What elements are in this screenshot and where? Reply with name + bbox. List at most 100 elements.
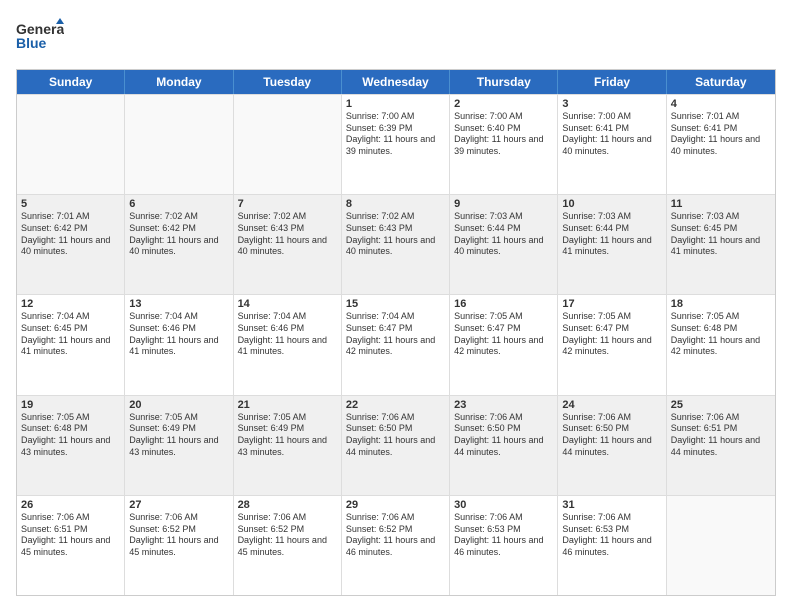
day-number: 15 bbox=[346, 298, 445, 310]
calendar-cell: 4 Sunrise: 7:01 AM Sunset: 6:41 PM Dayli… bbox=[667, 95, 775, 194]
logo: General Blue bbox=[16, 16, 64, 59]
cell-info: Sunrise: 7:00 AM Sunset: 6:39 PM Dayligh… bbox=[346, 111, 445, 158]
calendar-cell: 14 Sunrise: 7:04 AM Sunset: 6:46 PM Dayl… bbox=[234, 295, 342, 394]
cell-info: Sunrise: 7:04 AM Sunset: 6:47 PM Dayligh… bbox=[346, 311, 445, 358]
calendar-cell: 19 Sunrise: 7:05 AM Sunset: 6:48 PM Dayl… bbox=[17, 396, 125, 495]
cell-info: Sunrise: 7:05 AM Sunset: 6:47 PM Dayligh… bbox=[562, 311, 661, 358]
calendar-cell: 3 Sunrise: 7:00 AM Sunset: 6:41 PM Dayli… bbox=[558, 95, 666, 194]
day-number: 4 bbox=[671, 98, 771, 110]
calendar-body: 1 Sunrise: 7:00 AM Sunset: 6:39 PM Dayli… bbox=[17, 94, 775, 595]
page: General Blue SundayMondayTuesdayWednesda… bbox=[0, 0, 792, 612]
cell-info: Sunrise: 7:04 AM Sunset: 6:45 PM Dayligh… bbox=[21, 311, 120, 358]
day-number: 1 bbox=[346, 98, 445, 110]
day-header: Wednesday bbox=[342, 70, 450, 94]
day-number: 25 bbox=[671, 399, 771, 411]
day-header: Sunday bbox=[17, 70, 125, 94]
day-number: 17 bbox=[562, 298, 661, 310]
calendar-cell: 9 Sunrise: 7:03 AM Sunset: 6:44 PM Dayli… bbox=[450, 195, 558, 294]
cell-info: Sunrise: 7:00 AM Sunset: 6:41 PM Dayligh… bbox=[562, 111, 661, 158]
calendar-cell: 31 Sunrise: 7:06 AM Sunset: 6:53 PM Dayl… bbox=[558, 496, 666, 595]
cell-info: Sunrise: 7:06 AM Sunset: 6:50 PM Dayligh… bbox=[346, 412, 445, 459]
calendar-row: 1 Sunrise: 7:00 AM Sunset: 6:39 PM Dayli… bbox=[17, 94, 775, 194]
day-header: Friday bbox=[558, 70, 666, 94]
cell-info: Sunrise: 7:03 AM Sunset: 6:45 PM Dayligh… bbox=[671, 211, 771, 258]
day-number: 29 bbox=[346, 499, 445, 511]
calendar-cell: 12 Sunrise: 7:04 AM Sunset: 6:45 PM Dayl… bbox=[17, 295, 125, 394]
cell-info: Sunrise: 7:06 AM Sunset: 6:53 PM Dayligh… bbox=[562, 512, 661, 559]
cell-info: Sunrise: 7:06 AM Sunset: 6:50 PM Dayligh… bbox=[454, 412, 553, 459]
day-number: 3 bbox=[562, 98, 661, 110]
day-number: 27 bbox=[129, 499, 228, 511]
day-number: 26 bbox=[21, 499, 120, 511]
day-number: 23 bbox=[454, 399, 553, 411]
cell-info: Sunrise: 7:05 AM Sunset: 6:48 PM Dayligh… bbox=[671, 311, 771, 358]
calendar-cell: 5 Sunrise: 7:01 AM Sunset: 6:42 PM Dayli… bbox=[17, 195, 125, 294]
calendar-cell: 15 Sunrise: 7:04 AM Sunset: 6:47 PM Dayl… bbox=[342, 295, 450, 394]
cell-info: Sunrise: 7:02 AM Sunset: 6:43 PM Dayligh… bbox=[346, 211, 445, 258]
calendar-cell: 28 Sunrise: 7:06 AM Sunset: 6:52 PM Dayl… bbox=[234, 496, 342, 595]
day-number: 18 bbox=[671, 298, 771, 310]
calendar-cell: 6 Sunrise: 7:02 AM Sunset: 6:42 PM Dayli… bbox=[125, 195, 233, 294]
calendar-cell: 25 Sunrise: 7:06 AM Sunset: 6:51 PM Dayl… bbox=[667, 396, 775, 495]
calendar-row: 19 Sunrise: 7:05 AM Sunset: 6:48 PM Dayl… bbox=[17, 395, 775, 495]
calendar-cell: 26 Sunrise: 7:06 AM Sunset: 6:51 PM Dayl… bbox=[17, 496, 125, 595]
day-number: 13 bbox=[129, 298, 228, 310]
day-number: 11 bbox=[671, 198, 771, 210]
calendar-cell: 17 Sunrise: 7:05 AM Sunset: 6:47 PM Dayl… bbox=[558, 295, 666, 394]
day-number: 19 bbox=[21, 399, 120, 411]
day-number: 5 bbox=[21, 198, 120, 210]
cell-info: Sunrise: 7:06 AM Sunset: 6:51 PM Dayligh… bbox=[21, 512, 120, 559]
calendar-cell: 13 Sunrise: 7:04 AM Sunset: 6:46 PM Dayl… bbox=[125, 295, 233, 394]
calendar-cell: 16 Sunrise: 7:05 AM Sunset: 6:47 PM Dayl… bbox=[450, 295, 558, 394]
cell-info: Sunrise: 7:06 AM Sunset: 6:53 PM Dayligh… bbox=[454, 512, 553, 559]
calendar-cell: 27 Sunrise: 7:06 AM Sunset: 6:52 PM Dayl… bbox=[125, 496, 233, 595]
cell-info: Sunrise: 7:05 AM Sunset: 6:49 PM Dayligh… bbox=[129, 412, 228, 459]
cell-info: Sunrise: 7:00 AM Sunset: 6:40 PM Dayligh… bbox=[454, 111, 553, 158]
day-number: 12 bbox=[21, 298, 120, 310]
day-number: 31 bbox=[562, 499, 661, 511]
svg-text:Blue: Blue bbox=[16, 35, 47, 51]
logo-icon: General Blue bbox=[16, 16, 64, 54]
cell-info: Sunrise: 7:03 AM Sunset: 6:44 PM Dayligh… bbox=[562, 211, 661, 258]
cell-info: Sunrise: 7:05 AM Sunset: 6:47 PM Dayligh… bbox=[454, 311, 553, 358]
day-number: 7 bbox=[238, 198, 337, 210]
cell-info: Sunrise: 7:01 AM Sunset: 6:42 PM Dayligh… bbox=[21, 211, 120, 258]
day-number: 6 bbox=[129, 198, 228, 210]
calendar-cell bbox=[125, 95, 233, 194]
day-number: 10 bbox=[562, 198, 661, 210]
calendar-cell: 8 Sunrise: 7:02 AM Sunset: 6:43 PM Dayli… bbox=[342, 195, 450, 294]
day-header: Tuesday bbox=[234, 70, 342, 94]
calendar-cell: 21 Sunrise: 7:05 AM Sunset: 6:49 PM Dayl… bbox=[234, 396, 342, 495]
calendar-cell bbox=[234, 95, 342, 194]
calendar-cell bbox=[17, 95, 125, 194]
day-number: 2 bbox=[454, 98, 553, 110]
cell-info: Sunrise: 7:06 AM Sunset: 6:52 PM Dayligh… bbox=[238, 512, 337, 559]
calendar-row: 26 Sunrise: 7:06 AM Sunset: 6:51 PM Dayl… bbox=[17, 495, 775, 595]
day-number: 9 bbox=[454, 198, 553, 210]
cell-info: Sunrise: 7:02 AM Sunset: 6:42 PM Dayligh… bbox=[129, 211, 228, 258]
calendar-cell: 29 Sunrise: 7:06 AM Sunset: 6:52 PM Dayl… bbox=[342, 496, 450, 595]
calendar-row: 12 Sunrise: 7:04 AM Sunset: 6:45 PM Dayl… bbox=[17, 294, 775, 394]
cell-info: Sunrise: 7:04 AM Sunset: 6:46 PM Dayligh… bbox=[238, 311, 337, 358]
calendar-cell: 20 Sunrise: 7:05 AM Sunset: 6:49 PM Dayl… bbox=[125, 396, 233, 495]
day-number: 22 bbox=[346, 399, 445, 411]
calendar-cell: 18 Sunrise: 7:05 AM Sunset: 6:48 PM Dayl… bbox=[667, 295, 775, 394]
calendar-cell: 30 Sunrise: 7:06 AM Sunset: 6:53 PM Dayl… bbox=[450, 496, 558, 595]
calendar-cell: 7 Sunrise: 7:02 AM Sunset: 6:43 PM Dayli… bbox=[234, 195, 342, 294]
cell-info: Sunrise: 7:02 AM Sunset: 6:43 PM Dayligh… bbox=[238, 211, 337, 258]
day-number: 14 bbox=[238, 298, 337, 310]
calendar-row: 5 Sunrise: 7:01 AM Sunset: 6:42 PM Dayli… bbox=[17, 194, 775, 294]
day-header: Saturday bbox=[667, 70, 775, 94]
cell-info: Sunrise: 7:06 AM Sunset: 6:50 PM Dayligh… bbox=[562, 412, 661, 459]
cell-info: Sunrise: 7:05 AM Sunset: 6:48 PM Dayligh… bbox=[21, 412, 120, 459]
cell-info: Sunrise: 7:06 AM Sunset: 6:52 PM Dayligh… bbox=[346, 512, 445, 559]
day-number: 24 bbox=[562, 399, 661, 411]
cell-info: Sunrise: 7:03 AM Sunset: 6:44 PM Dayligh… bbox=[454, 211, 553, 258]
day-number: 21 bbox=[238, 399, 337, 411]
day-header: Thursday bbox=[450, 70, 558, 94]
cell-info: Sunrise: 7:04 AM Sunset: 6:46 PM Dayligh… bbox=[129, 311, 228, 358]
calendar-cell: 11 Sunrise: 7:03 AM Sunset: 6:45 PM Dayl… bbox=[667, 195, 775, 294]
day-number: 16 bbox=[454, 298, 553, 310]
calendar-header: SundayMondayTuesdayWednesdayThursdayFrid… bbox=[17, 70, 775, 94]
day-header: Monday bbox=[125, 70, 233, 94]
